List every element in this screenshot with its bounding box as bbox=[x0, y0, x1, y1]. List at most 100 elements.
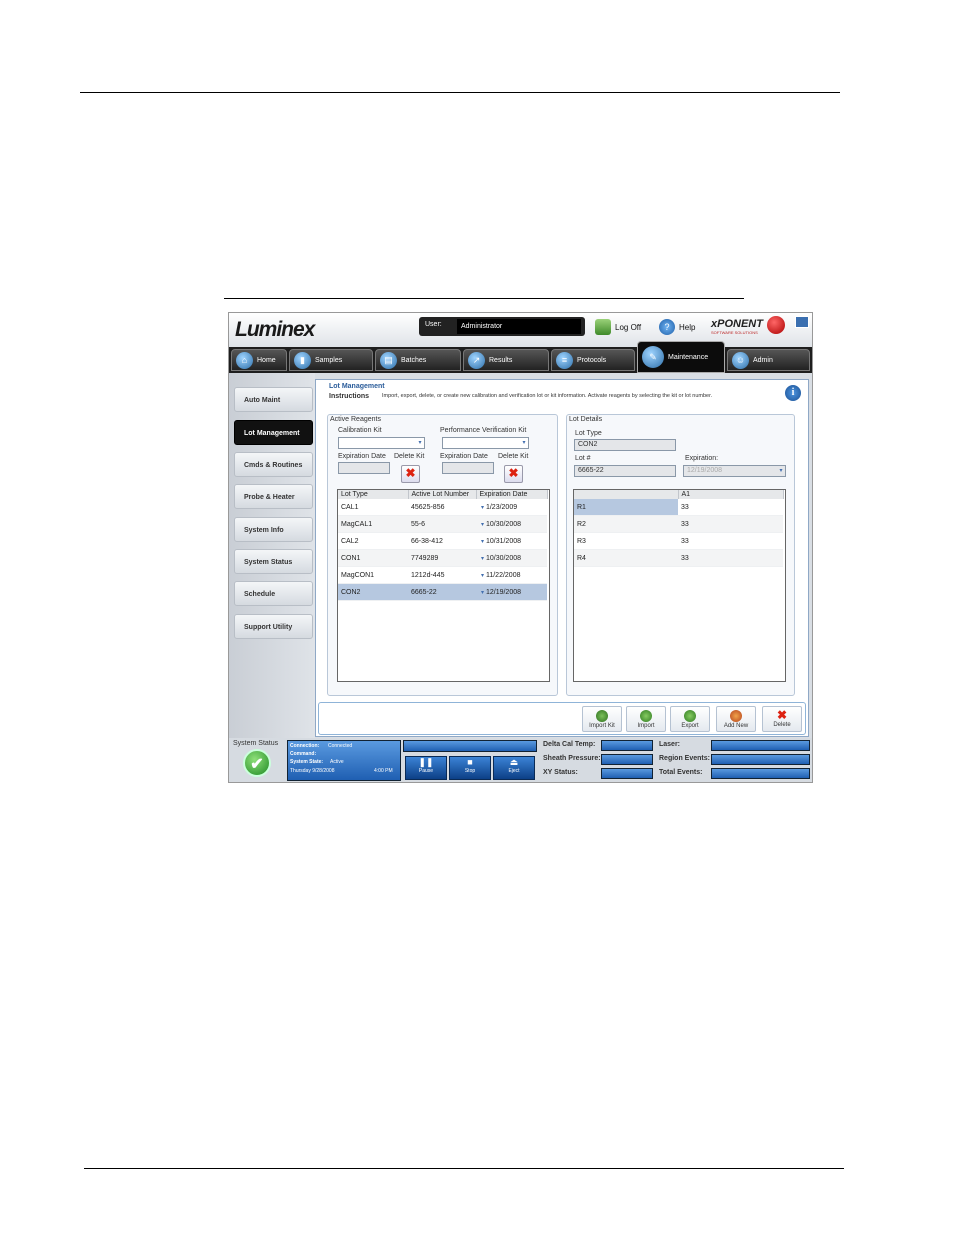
delete-icon: ✖ bbox=[776, 708, 788, 722]
reagent-value-cell[interactable]: 33 bbox=[678, 499, 783, 516]
tab-protocols[interactable]: ≡ Protocols bbox=[551, 349, 635, 371]
import-kit-button[interactable]: Import Kit bbox=[582, 706, 622, 732]
lot-number-cell[interactable]: 1212d-445 bbox=[408, 566, 476, 584]
sidebar-item-system-status[interactable]: System Status bbox=[234, 549, 313, 574]
tab-admin[interactable]: ☺ Admin bbox=[727, 349, 810, 371]
lot-number-cell[interactable]: 6665-22 bbox=[408, 583, 476, 601]
lot-number-value: 66-38-412 bbox=[411, 537, 443, 545]
perf-delete-kit-label: Delete Kit bbox=[498, 453, 529, 460]
sidebar-item-system-info[interactable]: System Info bbox=[234, 517, 313, 542]
export-button[interactable]: Export bbox=[670, 706, 710, 732]
log-off-label: Log Off bbox=[615, 322, 642, 332]
import-icon bbox=[640, 710, 652, 722]
lot-number-value: 7749289 bbox=[411, 554, 439, 562]
table-row[interactable]: CAL2 66-38-412 ▾ 10/31/2008 bbox=[338, 532, 547, 550]
delete-button[interactable]: ✖ Delete bbox=[762, 706, 802, 732]
results-icon: ↗ bbox=[468, 351, 485, 369]
reagent-name-cell: R1 bbox=[574, 499, 678, 516]
cal-delete-kit-button[interactable]: ✖ bbox=[401, 465, 420, 483]
page-header-rule bbox=[80, 92, 840, 93]
perf-delete-kit-button[interactable]: ✖ bbox=[504, 465, 523, 483]
sidebar-item-lot-management[interactable]: Lot Management bbox=[234, 420, 313, 445]
column-header: Expiration Date bbox=[476, 490, 548, 499]
calibration-kit-label: Calibration Kit bbox=[338, 427, 382, 434]
sidebar-item-probe-heater[interactable]: Probe & Heater bbox=[234, 484, 313, 509]
table-row[interactable]: CON1 7749289 ▾ 10/30/2008 bbox=[338, 549, 547, 567]
lot-number-cell[interactable]: 66-38-412 bbox=[408, 532, 476, 550]
expiration-value: 10/31/2008 bbox=[485, 537, 522, 545]
active-reagents-table-box: Lot Type Active Lot Number Expiration Da… bbox=[337, 489, 550, 682]
lot-type-label: Lot Type bbox=[575, 430, 602, 437]
pause-button[interactable]: ❚❚ Pause bbox=[405, 756, 447, 780]
chevron-down-icon[interactable]: ▾ bbox=[481, 539, 484, 545]
sidebar-item-schedule[interactable]: Schedule bbox=[234, 581, 313, 606]
help-button[interactable]: ? Help bbox=[659, 318, 695, 336]
sidebar-item-support-utility[interactable]: Support Utility bbox=[234, 614, 313, 639]
chevron-down-icon[interactable]: ▾ bbox=[481, 505, 484, 511]
chevron-down-icon[interactable]: ▾ bbox=[481, 522, 484, 528]
column-header bbox=[574, 490, 679, 499]
expiration-select-value: 12/19/2008 bbox=[687, 467, 723, 474]
table-row[interactable]: MagCON1 1212d-445 ▾ 11/22/2008 bbox=[338, 566, 547, 584]
status-ok-icon[interactable]: ✔ bbox=[243, 749, 271, 777]
lot-number-cell[interactable]: 7749289 bbox=[408, 549, 476, 567]
table-row[interactable]: R1 33 bbox=[574, 499, 783, 516]
tab-label: Protocols bbox=[577, 356, 607, 364]
reagent-value-cell[interactable]: 33 bbox=[678, 549, 783, 567]
add-new-button[interactable]: Add New bbox=[716, 706, 756, 732]
log-off-button[interactable]: Log Off bbox=[595, 318, 641, 336]
tab-maintenance[interactable]: ✎ Maintenance bbox=[637, 341, 725, 373]
add-new-label: Add New bbox=[723, 723, 749, 729]
table-row-selected[interactable]: CON2 6665-22 ▾ 12/19/2008 bbox=[338, 583, 547, 601]
lot-number-field[interactable]: 6665-22 bbox=[574, 465, 676, 477]
chevron-down-icon[interactable]: ▾ bbox=[481, 590, 484, 596]
delta-cal-label: Delta Cal Temp: bbox=[543, 741, 596, 748]
chevron-down-icon: ▾ bbox=[522, 440, 526, 446]
lot-number-value: 1212d-445 bbox=[411, 571, 445, 579]
table-row[interactable]: R3 33 bbox=[574, 532, 783, 550]
lot-number-cell[interactable]: 55-6 bbox=[408, 515, 476, 533]
region-events-label: Region Events: bbox=[659, 755, 710, 762]
import-button[interactable]: Import bbox=[626, 706, 666, 732]
admin-icon: ☺ bbox=[732, 351, 749, 369]
sidebar-item-cmds-routines[interactable]: Cmds & Routines bbox=[234, 452, 313, 477]
table-row[interactable]: R4 33 bbox=[574, 549, 783, 567]
tab-home[interactable]: ⌂ Home bbox=[231, 349, 287, 371]
reagent-value-cell[interactable]: 33 bbox=[678, 532, 783, 550]
tab-samples[interactable]: ▮ Samples bbox=[289, 349, 373, 371]
log-off-icon bbox=[595, 319, 611, 335]
import-kit-icon bbox=[596, 710, 608, 722]
tab-results[interactable]: ↗ Results bbox=[463, 349, 549, 371]
perf-expiration-label: Expiration Date bbox=[440, 453, 488, 460]
stop-button[interactable]: ■ Stop bbox=[449, 756, 491, 780]
maintenance-sidebar: Auto Maint Lot Management Cmds & Routine… bbox=[229, 373, 315, 738]
sidebar-item-auto-maint[interactable]: Auto Maint bbox=[234, 387, 313, 412]
maintenance-icon: ✎ bbox=[642, 346, 664, 368]
expiration-value: 12/19/2008 bbox=[485, 588, 522, 596]
app-logo: Luminex bbox=[235, 318, 315, 341]
table-row[interactable]: CAL1 45625-856 ▾ 1/23/2009 bbox=[338, 499, 547, 516]
total-events-value bbox=[711, 768, 810, 779]
column-header: Lot Type bbox=[338, 490, 409, 499]
minimize-button[interactable] bbox=[795, 316, 809, 328]
table-row[interactable]: R2 33 bbox=[574, 515, 783, 533]
stop-icon: ■ bbox=[467, 757, 473, 767]
expiration-cell: ▾ 10/30/2008 bbox=[476, 515, 547, 533]
table-row[interactable]: MagCAL1 55-6 ▾ 10/30/2008 bbox=[338, 515, 547, 533]
performance-kit-select[interactable]: ▾ bbox=[442, 437, 529, 449]
eject-button[interactable]: ⏏ Eject bbox=[493, 756, 535, 780]
chevron-down-icon[interactable]: ▾ bbox=[481, 556, 484, 562]
lot-type-cell: CAL1 bbox=[338, 499, 408, 516]
tab-batches[interactable]: ▤ Batches bbox=[375, 349, 461, 371]
cal-expiration-label: Expiration Date bbox=[338, 453, 386, 460]
lot-type-cell: CAL2 bbox=[338, 532, 408, 550]
samples-icon: ▮ bbox=[294, 351, 311, 369]
lot-number-cell[interactable]: 45625-856 bbox=[408, 499, 476, 516]
chevron-down-icon[interactable]: ▾ bbox=[481, 573, 484, 579]
reagent-value-cell[interactable]: 33 bbox=[678, 515, 783, 533]
info-icon[interactable]: i bbox=[785, 385, 801, 401]
expiration-select[interactable]: 12/19/2008 ▾ bbox=[683, 465, 786, 477]
column-header: Active Lot Number bbox=[408, 490, 477, 499]
lot-details-table-box: A1 R1 33 R2 33 R3 33 R4 33 bbox=[573, 489, 786, 682]
calibration-kit-select[interactable]: ▾ bbox=[338, 437, 425, 449]
